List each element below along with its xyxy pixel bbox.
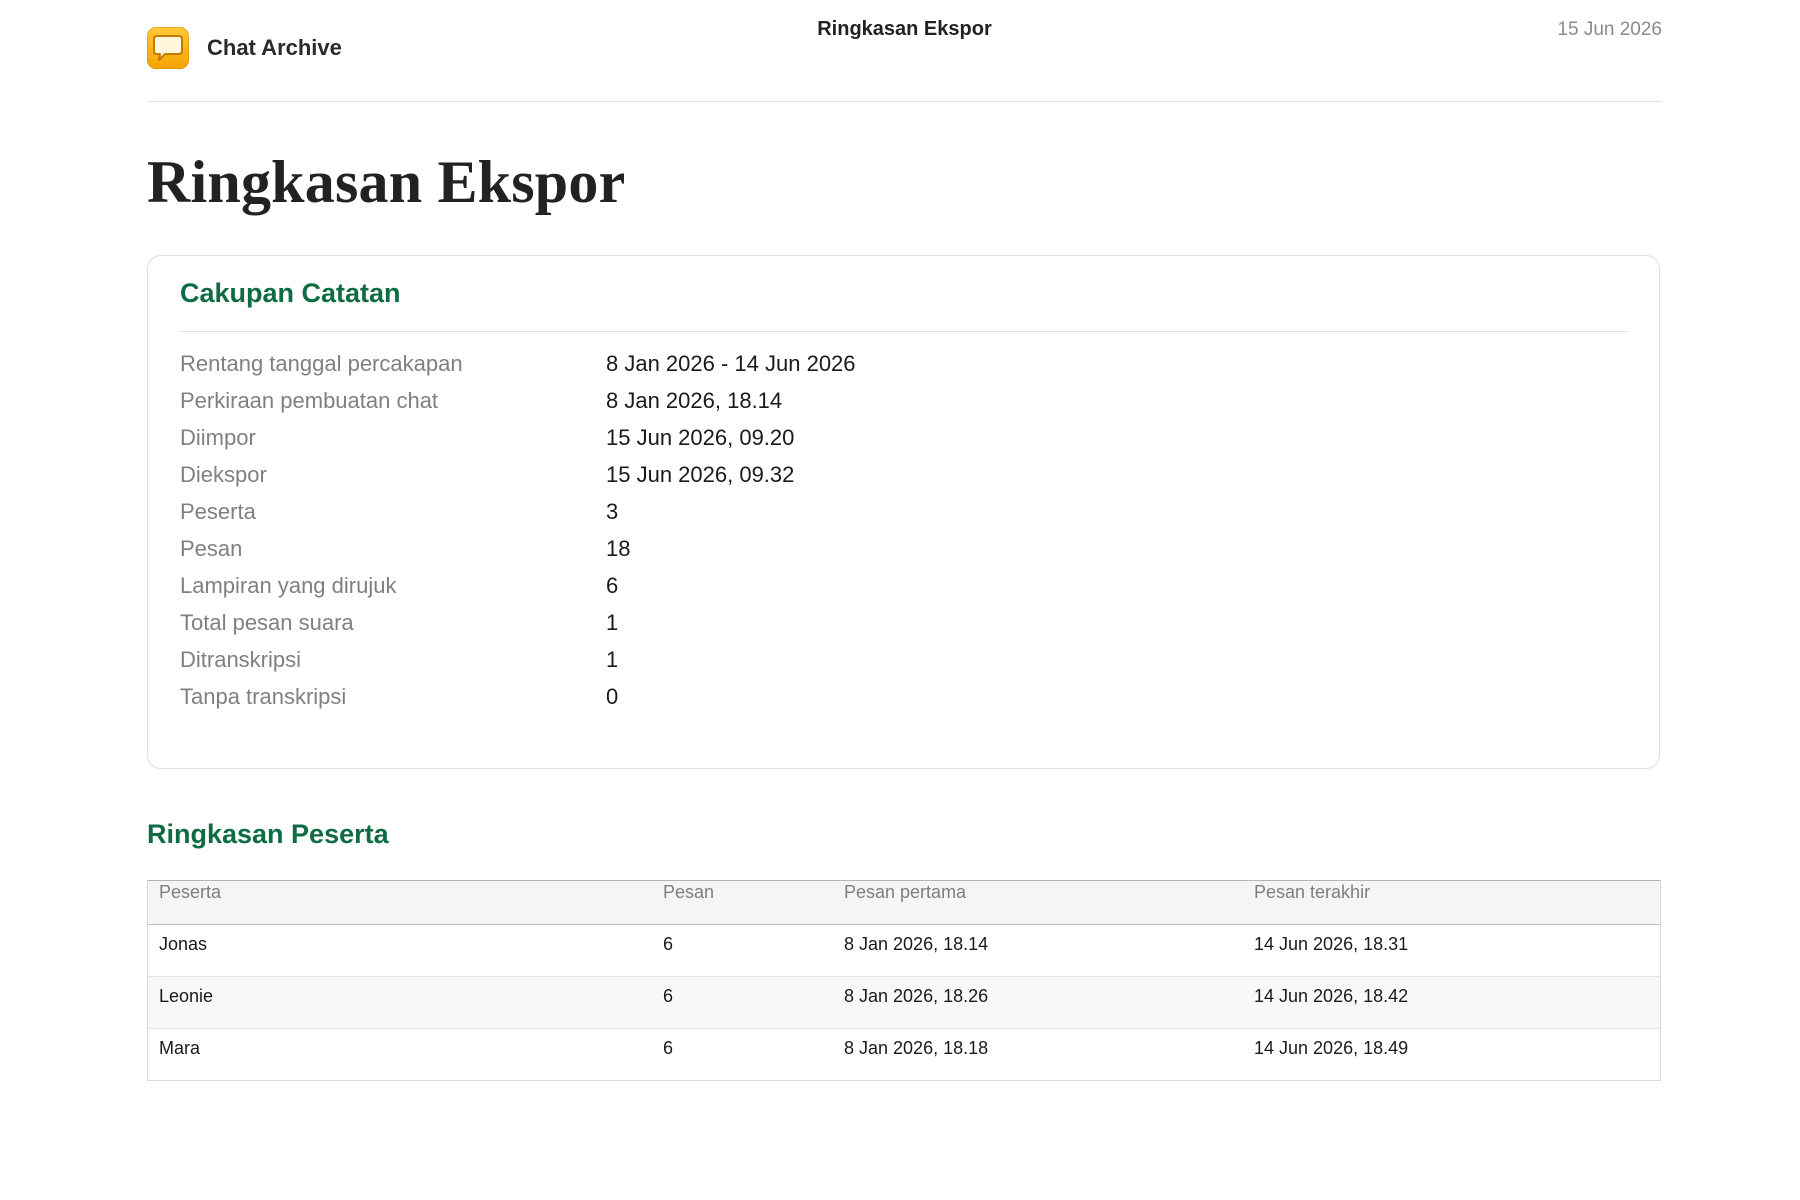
coverage-row-chat-created: Perkiraan pembuatan chat 8 Jan 2026, 18.… xyxy=(180,382,856,419)
coverage-row-date-range: Rentang tanggal percakapan 8 Jan 2026 - … xyxy=(180,345,856,382)
coverage-row-participants: Peserta 3 xyxy=(180,493,856,530)
coverage-row-imported: Diimpor 15 Jun 2026, 09.20 xyxy=(180,419,856,456)
coverage-label: Diekspor xyxy=(180,461,267,487)
coverage-value: 8 Jan 2026 - 14 Jun 2026 xyxy=(606,350,856,376)
coverage-value: 6 xyxy=(606,572,619,598)
table-row: Jonas 6 8 Jan 2026, 18.14 14 Jun 2026, 1… xyxy=(148,925,1660,977)
coverage-row-voice-total: Total pesan suara 1 xyxy=(180,604,856,641)
export-summary-page: Chat Archive Ringkasan Ekspor 15 Jun 202… xyxy=(0,0,1800,1200)
participants-table: Peserta Pesan Pesan pertama Pesan terakh… xyxy=(147,880,1661,1081)
coverage-value: 18 xyxy=(606,535,631,561)
coverage-label: Perkiraan pembuatan chat xyxy=(180,387,439,413)
cell-last-message: 14 Jun 2026, 18.42 xyxy=(1254,986,1409,1006)
divider xyxy=(180,331,1627,332)
coverage-value: 15 Jun 2026, 09.20 xyxy=(606,424,795,450)
cell-last-message: 14 Jun 2026, 18.49 xyxy=(1254,1038,1409,1058)
column-header-first-message: Pesan pertama xyxy=(844,882,967,902)
coverage-row-untranscribed: Tanpa transkripsi 0 xyxy=(180,678,856,715)
cell-first-message: 8 Jan 2026, 18.26 xyxy=(844,986,989,1006)
coverage-label: Ditranskripsi xyxy=(180,646,302,672)
cell-messages: 6 xyxy=(663,1038,674,1058)
page-header: Chat Archive Ringkasan Ekspor 15 Jun 202… xyxy=(147,0,1662,102)
coverage-value: 1 xyxy=(606,609,619,635)
coverage-row-exported: Diekspor 15 Jun 2026, 09.32 xyxy=(180,456,856,493)
coverage-label: Tanpa transkripsi xyxy=(180,683,347,709)
cell-first-message: 8 Jan 2026, 18.14 xyxy=(844,934,989,954)
table-header: Peserta Pesan Pesan pertama Pesan terakh… xyxy=(148,881,1660,925)
participants-title: Ringkasan Peserta xyxy=(147,819,389,849)
coverage-label: Lampiran yang dirujuk xyxy=(180,572,397,598)
coverage-value: 8 Jan 2026, 18.14 xyxy=(606,387,783,413)
cell-participant: Jonas xyxy=(159,934,208,954)
table-row: Leonie 6 8 Jan 2026, 18.26 14 Jun 2026, … xyxy=(148,977,1660,1029)
coverage-label: Pesan xyxy=(180,535,243,561)
coverage-value: 15 Jun 2026, 09.32 xyxy=(606,461,795,487)
coverage-value: 0 xyxy=(606,683,619,709)
coverage-title: Cakupan Catatan xyxy=(180,278,401,308)
coverage-value: 1 xyxy=(606,646,619,672)
header-title: Ringkasan Ekspor xyxy=(817,18,992,40)
coverage-label: Peserta xyxy=(180,498,256,524)
column-header-participant: Peserta xyxy=(159,882,222,902)
coverage-row-transcribed: Ditranskripsi 1 xyxy=(180,641,856,678)
coverage-card: Cakupan Catatan Rentang tanggal percakap… xyxy=(147,255,1660,769)
cell-last-message: 14 Jun 2026, 18.31 xyxy=(1254,934,1409,954)
cell-participant: Mara xyxy=(159,1038,201,1058)
coverage-row-attachments: Lampiran yang dirujuk 6 xyxy=(180,567,856,604)
cell-first-message: 8 Jan 2026, 18.18 xyxy=(844,1038,989,1058)
coverage-value: 3 xyxy=(606,498,619,524)
column-header-messages: Pesan xyxy=(663,882,715,902)
coverage-list: Rentang tanggal percakapan 8 Jan 2026 - … xyxy=(180,345,856,715)
cell-messages: 6 xyxy=(663,934,674,954)
header-date: 15 Jun 2026 xyxy=(1557,19,1662,40)
column-header-last-message: Pesan terakhir xyxy=(1254,882,1371,902)
coverage-label: Total pesan suara xyxy=(180,609,354,635)
page-title: Ringkasan Ekspor xyxy=(147,149,626,215)
coverage-row-messages: Pesan 18 xyxy=(180,530,856,567)
table-row: Mara 6 8 Jan 2026, 18.18 14 Jun 2026, 18… xyxy=(148,1029,1660,1080)
coverage-label: Diimpor xyxy=(180,424,256,450)
cell-messages: 6 xyxy=(663,986,674,1006)
coverage-label: Rentang tanggal percakapan xyxy=(180,350,463,376)
cell-participant: Leonie xyxy=(159,986,214,1006)
